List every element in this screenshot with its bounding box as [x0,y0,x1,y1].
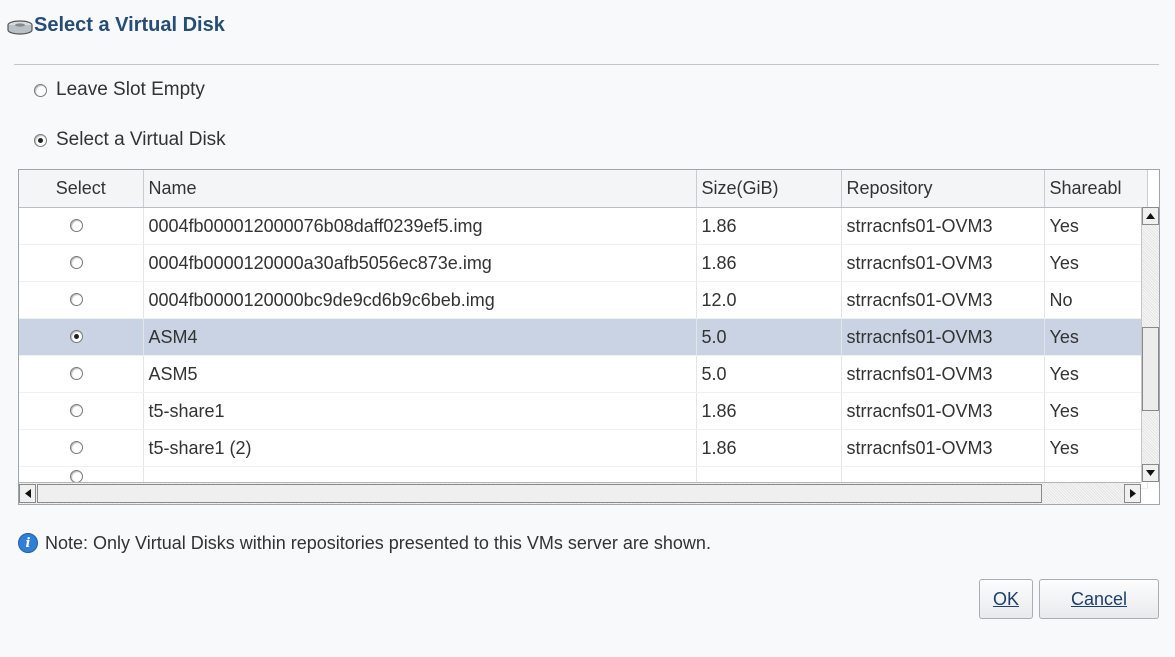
row-select-radio[interactable] [69,255,83,269]
arrow-up-icon [1146,213,1155,219]
virtual-disk-table: Select Name Size(GiB) Repository Shareab… [18,169,1160,505]
disk-repository: strracnfs01-OVM3 [841,392,1045,430]
scroll-left-button[interactable] [19,484,36,503]
horizontal-scrollbar[interactable] [19,482,1141,504]
disk-shareable: Yes [1044,318,1148,356]
disk-name: t5-share1 [143,392,697,430]
disk-name: 0004fb0000120000bc9de9cd6b9c6beb.img [143,281,697,319]
disk-size: 1.86 [696,244,842,282]
row-select-cell[interactable] [19,429,144,467]
scroll-right-button[interactable] [1124,484,1141,503]
disk-table: Select Name Size(GiB) Repository Shareab… [19,170,1148,489]
disk-repository: strracnfs01-OVM3 [841,281,1045,319]
vertical-scrollbar[interactable] [1141,207,1159,482]
table-header-row: Select Name Size(GiB) Repository Shareab… [19,170,1148,208]
disk-size: 5.0 [696,355,842,393]
disk-shareable: Yes [1044,207,1148,245]
disk-size: 12.0 [696,281,842,319]
select-virtual-disk-option[interactable]: Select a Virtual Disk [34,127,226,153]
disk-shareable: Yes [1044,429,1148,467]
vertical-scroll-thumb[interactable] [1142,327,1159,411]
disk-name: 0004fb000012000076b08daff0239ef5.img [143,207,697,245]
row-select-cell[interactable] [19,318,144,356]
table-row[interactable]: 0004fb000012000076b08daff0239ef5.img 1.8… [19,207,1148,245]
disk-repository: strracnfs01-OVM3 [841,244,1045,282]
arrow-left-icon [24,489,31,498]
row-select-radio[interactable] [69,440,83,454]
column-header-name[interactable]: Name [143,170,697,208]
disk-name: t5-share1 (2) [143,429,697,467]
table-row[interactable]: t5-share1 (2) 1.86 strracnfs01-OVM3 Yes [19,429,1148,467]
disk-name: 0004fb0000120000a30afb5056ec873e.img [143,244,697,282]
disk-size: 1.86 [696,392,842,430]
disk-size: 1.86 [696,207,842,245]
disk-shareable: Yes [1044,392,1148,430]
column-header-shareable[interactable]: Shareabl [1044,170,1148,208]
dialog-title: Select a Virtual Disk [34,14,225,36]
disk-repository: strracnfs01-OVM3 [841,429,1045,467]
disk-repository: strracnfs01-OVM3 [841,318,1045,356]
disk-shareable: Yes [1044,244,1148,282]
info-note: i Note: Only Virtual Disks within reposi… [18,531,711,555]
row-select-radio[interactable] [69,403,83,417]
row-select-cell[interactable] [19,392,144,430]
arrow-down-icon [1146,470,1155,476]
leave-slot-empty-option[interactable]: Leave Slot Empty [34,77,205,103]
ok-button[interactable]: OK [979,579,1033,619]
row-select-cell[interactable] [19,355,144,393]
horizontal-scroll-thumb[interactable] [37,484,1042,503]
disk-size: 1.86 [696,429,842,467]
scroll-down-button[interactable] [1142,464,1159,482]
column-header-select[interactable]: Select [19,170,144,208]
table-row-selected[interactable]: ASM4 5.0 strracnfs01-OVM3 Yes [19,318,1148,356]
row-select-radio[interactable] [69,366,83,380]
column-header-repository[interactable]: Repository [841,170,1045,208]
row-select-cell[interactable] [19,244,144,282]
table-row[interactable]: ASM5 5.0 strracnfs01-OVM3 Yes [19,355,1148,393]
cancel-button[interactable]: Cancel [1039,579,1159,619]
title-divider [14,64,1159,65]
info-icon: i [18,533,38,553]
disk-name: ASM4 [143,318,697,356]
disk-shareable: No [1044,281,1148,319]
row-select-radio[interactable] [69,329,83,343]
select-virtual-disk-label: Select a Virtual Disk [56,129,226,150]
disk-repository: strracnfs01-OVM3 [841,207,1045,245]
row-select-radio[interactable] [69,292,83,306]
disk-name: ASM5 [143,355,697,393]
row-select-cell[interactable] [19,207,144,245]
disk-repository: strracnfs01-OVM3 [841,355,1045,393]
select-virtual-disk-radio[interactable] [34,133,47,147]
row-select-cell[interactable] [19,281,144,319]
arrow-right-icon [1129,489,1136,498]
leave-slot-empty-label: Leave Slot Empty [56,79,205,100]
column-header-size[interactable]: Size(GiB) [696,170,842,208]
table-row[interactable]: 0004fb0000120000bc9de9cd6b9c6beb.img 12.… [19,281,1148,319]
table-row[interactable]: t5-share1 1.86 strracnfs01-OVM3 Yes [19,392,1148,430]
table-row[interactable]: 0004fb0000120000a30afb5056ec873e.img 1.8… [19,244,1148,282]
row-select-radio[interactable] [69,218,83,232]
disk-icon [7,20,33,35]
leave-slot-empty-radio[interactable] [34,83,47,97]
scroll-up-button[interactable] [1142,207,1159,225]
note-text: Note: Only Virtual Disks within reposito… [45,532,711,553]
disk-shareable: Yes [1044,355,1148,393]
disk-size: 5.0 [696,318,842,356]
dialog-title-bar: Select a Virtual Disk [0,0,1175,62]
